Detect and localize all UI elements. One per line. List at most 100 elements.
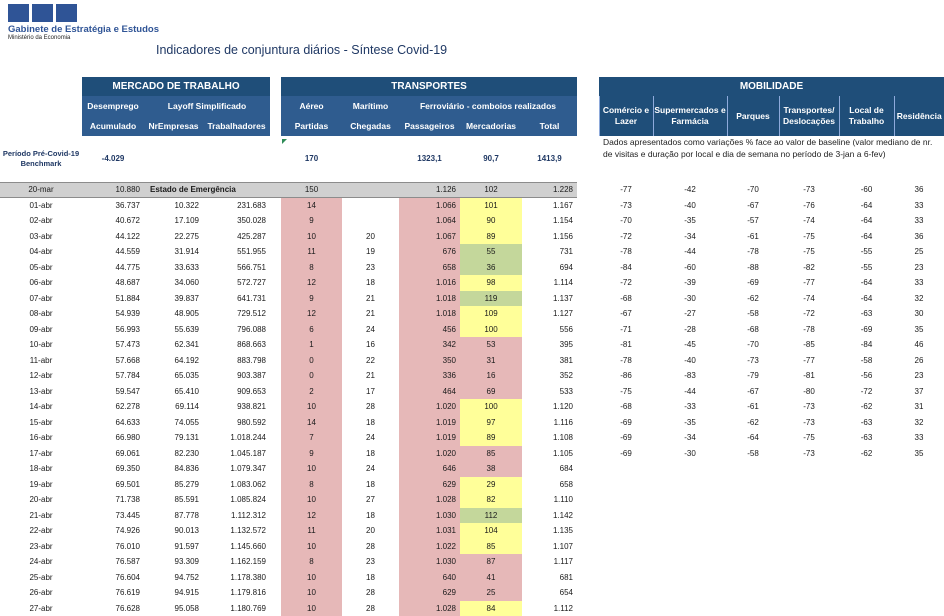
cell-comercio: -84 [599,260,653,276]
col-transportes-deslocacoes: Transportes/ Deslocações [779,96,839,136]
cell-acumulado: 40.672 [82,213,144,229]
cell-total: 1.117 [522,554,577,570]
cell-total: 1.107 [522,539,577,555]
cell-supermercados: -30 [653,446,727,462]
cell-parques: -78 [727,244,779,260]
table-row: 12-abr57.78465.035903.38702133616352-86-… [0,368,944,384]
cell-residencia [894,523,944,539]
cell-trabalhadores: 868.663 [203,337,270,353]
table-row: 09-abr56.99355.639796.088624456100556-71… [0,322,944,338]
cell-transportes: -74 [779,213,839,229]
cell-acumulado: 73.445 [82,508,144,524]
cell-aereo: 10 [281,461,342,477]
cell-local-trabalho: -60 [839,182,894,198]
cell-residencia: 33 [894,275,944,291]
cell-mercadorias: 82 [460,492,522,508]
row-date: 24-abr [0,554,82,570]
cell-trabalhadores: 1.018.244 [203,430,270,446]
table-row: 20-mar10.880Estado de Emergência1501.126… [0,182,944,198]
cell-residencia: 26 [894,353,944,369]
cell-aereo: 1 [281,337,342,353]
cell-parques: -79 [727,368,779,384]
cell-trabalhadores: 1.132.572 [203,523,270,539]
cell-transportes: -76 [779,198,839,214]
cell-aereo: 8 [281,477,342,493]
table-row: 01-abr36.73710.322231.683141.0661011.167… [0,198,944,214]
cell-comercio [599,461,653,477]
cell-transportes: -80 [779,384,839,400]
cell-nr-empresas: 93.309 [144,554,203,570]
cell-acumulado: 36.737 [82,198,144,214]
cell-aereo: 6 [281,322,342,338]
cell-comercio: -77 [599,182,653,198]
cell-acumulado: 74.926 [82,523,144,539]
cell-maritimo: 28 [342,539,399,555]
cell-parques [727,601,779,616]
cell-comercio: -78 [599,353,653,369]
cell-trabalhadores: 883.798 [203,353,270,369]
cell-supermercados: -44 [653,244,727,260]
cell-mercadorias: 25 [460,585,522,601]
cell-passageiros: 629 [399,585,460,601]
cell-acumulado: 62.278 [82,399,144,415]
col-nr-empresas: NrEmpresas [144,116,203,136]
cell-acumulado: 59.547 [82,384,144,400]
cell-transportes: -81 [779,368,839,384]
cell-mercadorias: 89 [460,229,522,245]
cell-acumulado: 48.687 [82,275,144,291]
row-date: 13-abr [0,384,82,400]
cell-supermercados: -83 [653,368,727,384]
row-date: 14-abr [0,399,82,415]
cell-maritimo: 18 [342,477,399,493]
row-date: 25-abr [0,570,82,586]
cell-acumulado: 76.619 [82,585,144,601]
cell-residencia: 37 [894,384,944,400]
cell-aereo: 12 [281,306,342,322]
cell-trabalhadores: 641.731 [203,291,270,307]
table-row: 23-abr76.01091.5971.145.66010281.022851.… [0,539,944,555]
col-partidas: Partidas [281,116,342,136]
cell-local-trabalho [839,508,894,524]
cell-supermercados: -34 [653,229,727,245]
benchmark-mercadorias: 90,7 [460,136,522,182]
cell-transportes [779,492,839,508]
cell-comercio: -70 [599,213,653,229]
cell-aereo: 150 [281,182,342,198]
cell-maritimo: 18 [342,508,399,524]
cell-parques: -68 [727,322,779,338]
cell-transportes [779,554,839,570]
cell-trabalhadores: 1.085.824 [203,492,270,508]
col-layoff: Layoff Simplificado [144,96,270,116]
cell-residencia: 33 [894,198,944,214]
cell-maritimo: 18 [342,446,399,462]
cell-maritimo: 28 [342,601,399,616]
cell-trabalhadores: 729.512 [203,306,270,322]
cell-residencia: 36 [894,229,944,245]
cell-nr-empresas: 31.914 [144,244,203,260]
cell-total: 1.112 [522,601,577,616]
cell-local-trabalho: -64 [839,213,894,229]
cell-maritimo: 23 [342,554,399,570]
cell-local-trabalho [839,601,894,616]
col-total: Total [522,116,577,136]
cell-total: 1.108 [522,430,577,446]
table-row: 26-abr76.61994.9151.179.816102862925654 [0,585,944,601]
cell-transportes [779,570,839,586]
cell-parques [727,539,779,555]
cell-transportes [779,523,839,539]
cell-maritimo: 21 [342,368,399,384]
cell-maritimo: 23 [342,260,399,276]
cell-total: 1.228 [522,182,577,198]
cell-total: 1.120 [522,399,577,415]
table-row: 11-abr57.66864.192883.79802235031381-78-… [0,353,944,369]
cell-parques: -57 [727,213,779,229]
cell-mercadorias: 84 [460,601,522,616]
cell-mercadorias: 97 [460,415,522,431]
cell-aereo: 11 [281,523,342,539]
cell-residencia: 25 [894,244,944,260]
section-header-row: MERCADO DE TRABALHO TRANSPORTES MOBILIDA… [0,77,944,96]
cell-nr-empresas: 79.131 [144,430,203,446]
cell-maritimo: 28 [342,399,399,415]
cell-trabalhadores: 1.178.380 [203,570,270,586]
row-date: 10-abr [0,337,82,353]
